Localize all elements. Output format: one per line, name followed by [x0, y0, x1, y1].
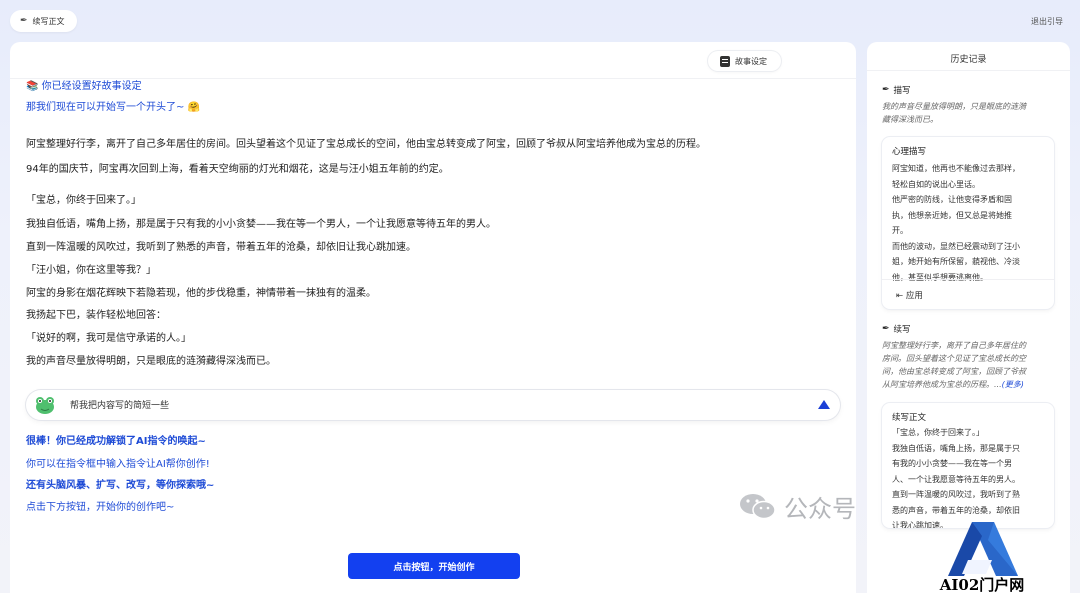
card-line: 人、一个让我愿意等待五年的男人。 — [892, 474, 1020, 484]
prompt-text: 帮我把内容写的简短一些 — [70, 401, 170, 411]
tip-line: 你可以在指令框中输入指令让AI帮你创作! — [26, 459, 210, 470]
card-body: 阿宝知道，他再也不能像过去那样， 轻松自如的说出心里话。 他严密的防线，让他变得… — [892, 161, 1044, 285]
divider — [867, 70, 1070, 71]
summary-line: 阿宝整理好行李，离开了自己多年居住的 — [882, 341, 1026, 350]
ai-prompt-input[interactable]: 帮我把内容写的简短一些 — [26, 390, 840, 420]
describe-summary: 我的声音尽量放得明朗，只是眼底的涟漪 藏得深浅而已。 — [882, 100, 1062, 126]
continue-text-card[interactable]: 续写正文 「宝总，你终于回来了。」 我独自低语，嘴角上扬，那是属于只 有我的小小… — [882, 403, 1054, 528]
describe-section-heading: ✒ 描写 — [882, 84, 911, 96]
story-paragraph: 直到一阵温暖的风吹过，我听到了熟悉的声音，带着五年的沧桑，却依旧让我心跳加速。 — [26, 242, 416, 253]
story-paragraph: 94年的国庆节，阿宝再次回到上海，看着天空绚丽的灯光和烟花，这是与汪小姐五年前的… — [26, 164, 449, 175]
card-line: 悉的声音，带着五年的沧桑，却依旧 — [892, 505, 1020, 515]
exit-guide-link[interactable]: 退出引导 — [1031, 16, 1063, 27]
story-paragraph: 我扬起下巴，装作轻松地回答： — [26, 310, 166, 321]
apply-button[interactable]: ⇤ 应用 — [896, 289, 923, 301]
card-line: 姐，她开始有所保留，藐视他、冷淡 — [892, 257, 1020, 266]
story-setting-label: 故事设定 — [735, 56, 767, 66]
card-line: 「宝总，你终于回来了。」 — [892, 428, 984, 437]
apply-icon: ⇤ — [896, 291, 904, 301]
wechat-icon — [740, 494, 776, 520]
story-paragraph: 阿宝整理好行李，离开了自己多年居住的房间。回头望着这个见证了宝总成长的空间，他由… — [26, 139, 706, 150]
feather-icon: ✒ — [20, 16, 28, 26]
card-line: 他，甚至似乎想要逃离他。 — [892, 272, 988, 282]
tip-line: 很棒！你已经成功解锁了AI指令的唤起~ — [26, 436, 206, 447]
continue-writing-label: 续写正文 — [32, 16, 65, 26]
card-line: 直到一阵温暖的风吹过，我听到了熟 — [892, 490, 1020, 499]
story-paragraph: 阿宝的身影在烟花辉映下若隐若现，他的步伐稳重，神情带着一抹独有的温柔。 — [26, 288, 376, 299]
card-line: 开。 — [892, 226, 908, 235]
document-icon — [720, 55, 730, 67]
history-title: 历史记录 — [950, 55, 987, 65]
story-paragraph: 「宝总，你终于回来了。」 — [26, 195, 141, 206]
feather-icon: ✒ — [882, 85, 890, 95]
intro-line-2: 那我们现在可以开始写一个开头了~ 🤗 — [26, 102, 201, 113]
tip-line: 点击下方按钮，开始你的创作吧~ — [26, 502, 175, 513]
continue-section-heading: ✒ 续写 — [882, 323, 911, 335]
wechat-watermark: 公众号 — [738, 486, 878, 526]
frog-avatar-icon — [36, 397, 54, 414]
editor-panel: 故事设定 📚 你已经设置好故事设定 那我们现在可以开始写一个开头了~ 🤗 阿宝整… — [10, 42, 856, 593]
start-creating-button[interactable]: 点击按钮，开始创作 — [348, 553, 520, 579]
card-line: 我独自低语，嘴角上扬，那是属于只 — [892, 443, 1020, 453]
story-paragraph: 「说好的啊，我可是信守承诺的人。」 — [26, 333, 191, 344]
card-title: 心理描写 — [892, 147, 927, 157]
tip-line: 还有头脑风暴、扩写、改写，等你探索哦~ — [26, 480, 215, 491]
continue-heading-label: 续写 — [893, 325, 911, 335]
story-setting-button[interactable]: 故事设定 — [708, 51, 781, 71]
send-arrow-icon[interactable] — [818, 400, 830, 409]
continue-summary: 阿宝整理好行李，离开了自己多年居住的 房间。回头望着这个见证了宝总成长的空 间，… — [882, 339, 1062, 391]
describe-heading-label: 描写 — [893, 86, 911, 96]
card-line: 轻松自如的说出心里话。 — [892, 179, 980, 189]
continue-writing-tab[interactable]: ✒ 续写正文 — [10, 10, 77, 32]
story-paragraph: 我独自低语，嘴角上扬，那是属于只有我的小小贪婪——我在等一个男人，一个让我愿意等… — [26, 219, 496, 230]
card-line: 阿宝知道，他再也不能像过去那样， — [892, 164, 1020, 173]
summary-line: 我的声音尽量放得明朗，只是眼底的涟漪 — [882, 102, 1026, 111]
more-link[interactable]: (更多) — [1002, 380, 1024, 389]
feather-icon: ✒ — [882, 324, 890, 334]
card-line: 有我的小小贪婪——我在等一个男 — [892, 459, 1012, 468]
divider — [10, 78, 856, 79]
psychological-description-card[interactable]: 心理描写 阿宝知道，他再也不能像过去那样， 轻松自如的说出心里话。 他严密的防线… — [882, 137, 1054, 309]
card-line: 执，他想亲近她，但又总是将她推 — [892, 210, 1012, 220]
card-body: 「宝总，你终于回来了。」 我独自低语，嘴角上扬，那是属于只 有我的小小贪婪——我… — [892, 425, 1044, 528]
top-bar: ✒ 续写正文 退出引导 — [0, 0, 1080, 42]
card-line: 他严密的防线，让他变得矛盾和固 — [892, 195, 1012, 204]
history-panel: 历史记录 ✒ 描写 我的声音尽量放得明朗，只是眼底的涟漪 藏得深浅而已。 心理描… — [867, 42, 1070, 593]
watermark-text: 公众号 — [784, 494, 856, 523]
story-paragraph: 我的声音尽量放得明朗，只是眼底的涟漪藏得深浅而已。 — [26, 356, 276, 367]
card-line: 而他的波动，显然已经震动到了汪小 — [892, 241, 1020, 251]
logo-text: AI02门户网 — [939, 576, 1025, 593]
summary-line: 藏得深浅而已。 — [882, 115, 938, 124]
divider — [882, 279, 1054, 280]
summary-line: 房间。回头望着这个见证了宝总成长的空 — [882, 354, 1026, 363]
summary-line: 从阿宝培养他成为宝总的历程。... — [882, 380, 1002, 389]
story-paragraph: 「汪小姐，你在这里等我？」 — [26, 265, 156, 276]
summary-line: 间，他由宝总转变成了阿宝，回顾了爷叔 — [882, 367, 1026, 376]
card-title: 续写正文 — [892, 413, 927, 423]
apply-label: 应用 — [905, 291, 923, 301]
intro-line-1: 📚 你已经设置好故事设定 — [26, 81, 142, 92]
